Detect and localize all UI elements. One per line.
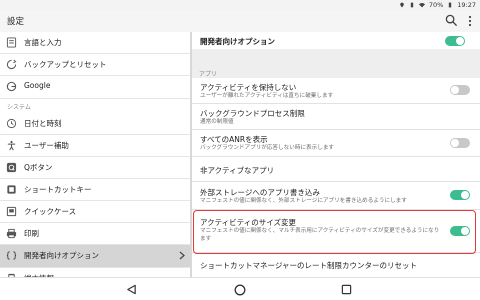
- divider: [0, 98, 190, 99]
- sidebar-item-label: ショートカットキー: [24, 185, 92, 194]
- resizable-activities-toggle[interactable]: [450, 226, 470, 236]
- pref-show-all-anrs[interactable]: すべてのANRを表示 バックグラウンドアプリが応答しない時に表示します: [192, 130, 480, 156]
- sidebar-item-date-time[interactable]: 日付と時刻: [0, 113, 190, 134]
- globe-icon: [6, 37, 17, 48]
- settings-sidebar: 言語と入力 バックアップとリセット Google システム 日付と時刻 ユーザー…: [0, 32, 192, 284]
- status-bar: 70% 19:27: [0, 0, 480, 10]
- battery-icon: [449, 2, 452, 8]
- sidebar-item-shortcut-key[interactable]: ショートカットキー: [0, 179, 190, 200]
- external-storage-toggle[interactable]: [450, 190, 470, 200]
- battery-percent: 70%: [428, 1, 444, 9]
- shortcut-key-icon: [7, 185, 16, 194]
- location-icon: [400, 2, 404, 8]
- show-all-anrs-toggle[interactable]: [450, 138, 470, 148]
- sidebar-item-label: 日付と時刻: [24, 119, 62, 128]
- status-icons: 70% 19:27: [399, 0, 476, 10]
- search-icon[interactable]: [445, 14, 458, 27]
- google-icon: [6, 81, 17, 92]
- sidebar-item-label: クイックケース: [24, 207, 77, 216]
- accessibility-icon: [7, 140, 16, 151]
- sidebar-item-label: Google: [24, 81, 51, 90]
- sidebar-item-accessibility[interactable]: ユーザー補助: [0, 135, 190, 156]
- dont-keep-activities-toggle[interactable]: [450, 85, 470, 95]
- system-nav-bar: [0, 277, 480, 300]
- pref-title: ショートカットマネージャーのレート制限カウンターのリセット: [200, 261, 417, 270]
- sidebar-item-quick-case[interactable]: クイックケース: [0, 201, 190, 222]
- sidebar-item-label: 言語と入力: [24, 38, 62, 47]
- pref-summary: 通常の制限値: [200, 119, 234, 125]
- toggle-knob: [451, 86, 459, 94]
- sidebar-item-google[interactable]: Google: [0, 76, 190, 97]
- pref-summary: バックグラウンドアプリが応答しない時に表示します: [200, 145, 335, 151]
- sidebar-item-label: ユーザー補助: [24, 141, 69, 150]
- toggle-knob: [456, 37, 464, 45]
- section-header-apps: アプリ: [199, 71, 218, 78]
- toggle-knob: [461, 191, 469, 199]
- page-title: 設定: [7, 17, 25, 27]
- pref-summary: ユーザーが離れたアクティビティは直ちに破棄します: [200, 93, 334, 99]
- recent-apps-icon[interactable]: [341, 284, 352, 295]
- developer-options-pane: 開発者向けオプション アプリ アクティビティを保持しない ユーザーが離れたアクテ…: [192, 32, 480, 277]
- sidebar-item-label: 開発者向けオプション: [24, 251, 99, 260]
- sidebar-item-language-input[interactable]: 言語と入力: [0, 32, 190, 53]
- sidebar-item-label: バックアップとリセット: [24, 60, 107, 69]
- backup-icon: [6, 59, 17, 70]
- pref-background-process-limit[interactable]: バックグラウンドプロセス制限 通常の制限値: [192, 104, 480, 129]
- pref-reset-shortcut-rate-limit[interactable]: ショートカットマネージャーのレート制限カウンターのリセット: [192, 253, 480, 277]
- wifi-icon: [418, 3, 425, 8]
- sidebar-item-q-button[interactable]: Qボタン: [0, 157, 190, 178]
- toggle-knob: [451, 139, 459, 147]
- toggle-knob: [461, 227, 469, 235]
- developer-options-icon: [6, 251, 17, 260]
- quick-case-icon: [6, 206, 17, 217]
- pref-force-allow-external-storage[interactable]: 外部ストレージへのアプリ書き込み マニフェストの値に関係なく、外部ストレージにア…: [192, 182, 480, 209]
- print-icon: [6, 228, 17, 239]
- pref-summary: マニフェストの値に関係なく、マルチ表示用にアクティビティのサイズが変更できるよう…: [200, 228, 440, 242]
- master-switch-bar[interactable]: 開発者向けオプション: [192, 32, 480, 49]
- sidebar-item-label: 印刷: [24, 229, 39, 238]
- sidebar-item-label: Qボタン: [24, 163, 53, 172]
- master-switch-label: 開発者向けオプション: [200, 37, 275, 46]
- sidebar-item-backup-reset[interactable]: バックアップとリセット: [0, 54, 190, 75]
- vibrate-icon: [410, 2, 414, 8]
- pref-dont-keep-activities[interactable]: アクティビティを保持しない ユーザーが離れたアクティビティは直ちに破棄します: [192, 78, 480, 103]
- sidebar-section-header: システム: [7, 104, 31, 111]
- more-vert-icon[interactable]: [466, 14, 474, 28]
- clock-icon: [6, 118, 17, 129]
- pref-summary: マニフェストの値に関係なく、外部ストレージにアプリを書き込めるようにします: [200, 198, 407, 204]
- sidebar-item-print[interactable]: 印刷: [0, 223, 190, 244]
- home-icon[interactable]: [234, 284, 246, 296]
- master-toggle[interactable]: [445, 36, 465, 46]
- clock-time: 19:27: [457, 1, 476, 9]
- app-bar: 設定: [0, 10, 480, 32]
- q-button-icon: [6, 162, 17, 173]
- chevron-right-icon: [179, 251, 185, 260]
- pref-force-resizable-activities[interactable]: アクティビティのサイズ変更 マニフェストの値に関係なく、マルチ表示用にアクティビ…: [192, 210, 480, 252]
- back-icon[interactable]: [126, 284, 137, 295]
- sidebar-item-developer-options[interactable]: 開発者向けオプション: [0, 245, 190, 267]
- pref-title: 非アクティブなアプリ: [200, 166, 275, 175]
- pref-inactive-apps[interactable]: 非アクティブなアプリ: [192, 157, 480, 181]
